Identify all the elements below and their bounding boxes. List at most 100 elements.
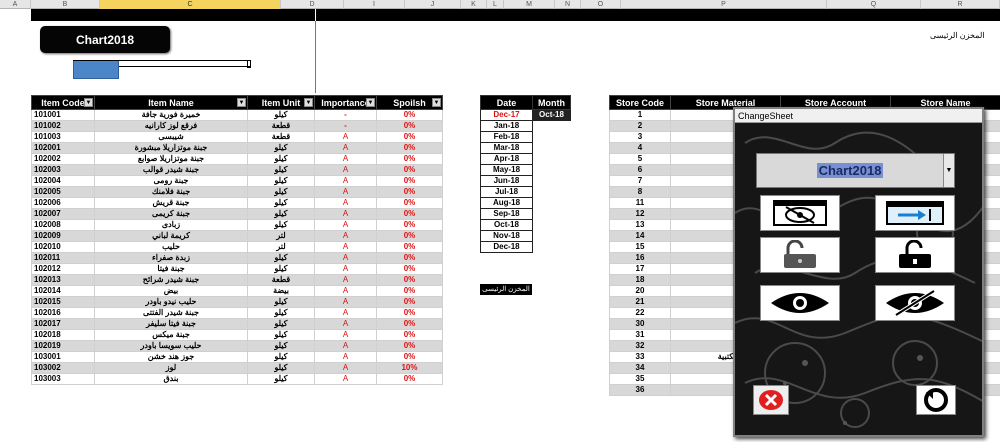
spoil-cell[interactable]: 0%: [376, 307, 443, 319]
items-header-4[interactable]: Spoilsh ▼: [376, 95, 443, 110]
importance-cell[interactable]: -: [314, 109, 377, 121]
column-header-n[interactable]: N: [555, 0, 581, 9]
table-row[interactable]: 101002 فرقع لوز كارانيه قطعة -0%: [31, 120, 443, 132]
store-code-cell[interactable]: 21: [609, 296, 671, 308]
store-code-cell[interactable]: 20: [609, 285, 671, 297]
item-code-cell[interactable]: 102014: [31, 285, 95, 297]
spoil-cell[interactable]: 0%: [376, 153, 443, 165]
item-name-cell[interactable]: جبنة فيتا سليفر: [94, 318, 248, 330]
table-row[interactable]: 102002 جبنة موتزاريلا صوابع كيلو A 0%: [31, 153, 443, 165]
item-code-cell[interactable]: 102010: [31, 241, 95, 253]
date-cell[interactable]: Feb-18: [480, 131, 533, 143]
store-code-cell[interactable]: 8: [609, 186, 671, 198]
filter-dropdown-icon[interactable]: ▼: [304, 98, 313, 107]
store-code-cell[interactable]: 17: [609, 263, 671, 275]
unhide-sheet-button[interactable]: [875, 195, 955, 231]
item-name-cell[interactable]: جبنة شيدر الفتتى: [94, 307, 248, 319]
item-name-cell[interactable]: كريمة لباني: [94, 230, 248, 242]
item-name-cell[interactable]: جوز هند خشن: [94, 351, 248, 363]
importance-cell[interactable]: A: [314, 208, 377, 220]
store-code-cell[interactable]: 36: [609, 384, 671, 396]
table-row[interactable]: 102012 جبنة فيتا كيلو A 0%: [31, 263, 443, 275]
date-cell[interactable]: Jul-18: [480, 186, 533, 198]
table-row[interactable]: 102004 جبنة رومى كيلو A 0%: [31, 175, 443, 187]
table-row[interactable]: 101001 خميرة فورية جافة كيلو -0%: [31, 109, 443, 121]
item-code-cell[interactable]: 102016: [31, 307, 95, 319]
items-header-3[interactable]: Importance ▼: [314, 95, 377, 110]
store-code-cell[interactable]: 2: [609, 120, 671, 132]
importance-cell[interactable]: A: [314, 362, 377, 374]
date-cell[interactable]: Mar-18: [480, 142, 533, 154]
table-row[interactable]: 102009 كريمة لباني لتر A 0%: [31, 230, 443, 242]
item-code-cell[interactable]: 102005: [31, 186, 95, 198]
spoil-cell[interactable]: 0%: [376, 186, 443, 198]
table-row[interactable]: 102016 جبنة شيدر الفتتى كيلو A 0%: [31, 307, 443, 319]
column-header-q[interactable]: Q: [827, 0, 921, 9]
item-unit-cell[interactable]: كيلو: [247, 362, 315, 374]
spoil-cell[interactable]: 0%: [376, 285, 443, 297]
item-unit-cell[interactable]: لتر: [247, 230, 315, 242]
date-row[interactable]: Apr-18: [480, 153, 571, 165]
store-code-cell[interactable]: 31: [609, 329, 671, 341]
date-cell[interactable]: Oct-18: [480, 219, 533, 231]
spoil-cell[interactable]: 0%: [376, 351, 443, 363]
store-header-0[interactable]: Store Code: [609, 95, 671, 110]
date-row[interactable]: Dec-17 Oct-18: [480, 109, 571, 121]
date-cell[interactable]: Apr-18: [480, 153, 533, 165]
item-code-cell[interactable]: 102012: [31, 263, 95, 275]
table-row[interactable]: 102015 حليب نيدو باودر كيلو A 0%: [31, 296, 443, 308]
chart2018-button[interactable]: Chart2018: [40, 26, 170, 53]
column-header-m[interactable]: M: [504, 0, 555, 9]
store-code-cell[interactable]: 1: [609, 109, 671, 121]
store-code-cell[interactable]: 3: [609, 131, 671, 143]
store-code-cell[interactable]: 13: [609, 219, 671, 231]
spoil-cell[interactable]: 0%: [376, 120, 443, 132]
spoil-cell[interactable]: 0%: [376, 296, 443, 308]
store-code-cell[interactable]: 35: [609, 373, 671, 385]
table-row[interactable]: 102001 جبنة موتزاريلا مبشورة كيلو A 0%: [31, 142, 443, 154]
column-header-a[interactable]: A: [0, 0, 31, 9]
filter-dropdown-icon[interactable]: ▼: [84, 98, 93, 107]
spoil-cell[interactable]: 0%: [376, 208, 443, 220]
table-row[interactable]: 103003 بندق كيلو A 0%: [31, 373, 443, 385]
date-row[interactable]: Mar-18: [480, 142, 571, 154]
importance-cell[interactable]: A: [314, 164, 377, 176]
item-unit-cell[interactable]: كيلو: [247, 109, 315, 121]
store-code-cell[interactable]: 11: [609, 197, 671, 209]
column-header-l[interactable]: L: [487, 0, 504, 9]
chart-shape[interactable]: [73, 60, 119, 79]
spoil-cell[interactable]: 0%: [376, 329, 443, 341]
item-name-cell[interactable]: جبنة قريش: [94, 197, 248, 209]
spoil-cell[interactable]: 0%: [376, 274, 443, 286]
date-cell[interactable]: Jan-18: [480, 120, 533, 132]
spoil-cell[interactable]: 0%: [376, 241, 443, 253]
table-row[interactable]: 102007 جبنة كريمى كيلو A 0%: [31, 208, 443, 220]
sheet-select[interactable]: Chart2018 ▼: [756, 153, 955, 188]
spoil-cell[interactable]: 0%: [376, 252, 443, 264]
item-code-cell[interactable]: 101003: [31, 131, 95, 143]
date-row[interactable]: May-18: [480, 164, 571, 176]
column-header-c[interactable]: C: [100, 0, 281, 9]
item-code-cell[interactable]: 102009: [31, 230, 95, 242]
importance-cell[interactable]: -: [314, 120, 377, 132]
item-unit-cell[interactable]: كيلو: [247, 351, 315, 363]
item-unit-cell[interactable]: كيلو: [247, 329, 315, 341]
store-code-cell[interactable]: 18: [609, 274, 671, 286]
item-name-cell[interactable]: خميرة فورية جافة: [94, 109, 248, 121]
item-name-cell[interactable]: حليب سويسا باودر: [94, 340, 248, 352]
date-cell[interactable]: Nov-18: [480, 230, 533, 242]
date-row[interactable]: Jul-18: [480, 186, 571, 198]
month-cell[interactable]: Oct-18: [532, 109, 571, 121]
importance-cell[interactable]: A: [314, 197, 377, 209]
item-unit-cell[interactable]: كيلو: [247, 219, 315, 231]
table-row[interactable]: 102010 حليب لتر A 0%: [31, 241, 443, 253]
table-row[interactable]: 102011 زبدة صفراء كيلو A 0%: [31, 252, 443, 264]
importance-cell[interactable]: A: [314, 351, 377, 363]
importance-cell[interactable]: A: [314, 219, 377, 231]
importance-cell[interactable]: A: [314, 142, 377, 154]
item-unit-cell[interactable]: قطعة: [247, 274, 315, 286]
shape-handle[interactable]: [247, 60, 251, 68]
store-code-cell[interactable]: 22: [609, 307, 671, 319]
importance-cell[interactable]: A: [314, 131, 377, 143]
date-cell[interactable]: Dec-17: [480, 109, 533, 121]
